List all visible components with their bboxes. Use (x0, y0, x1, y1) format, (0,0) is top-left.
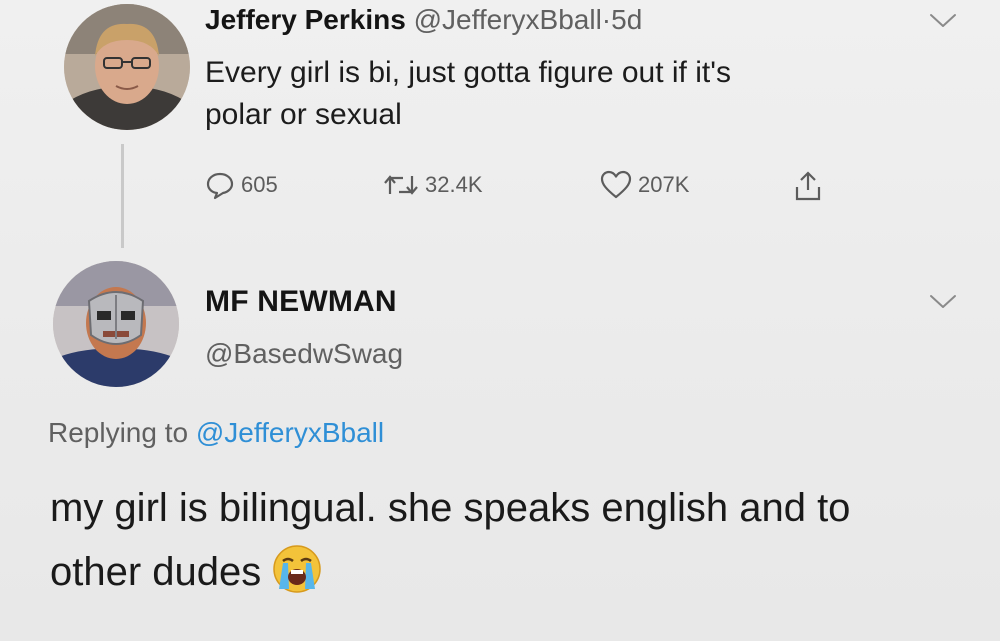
avatar-mf-newman[interactable] (53, 261, 179, 387)
tweet2-text: my girl is bilingual. she speaks english… (50, 486, 851, 594)
tweet1-separator: · (601, 4, 612, 35)
reply-count: 605 (241, 172, 278, 197)
retweet-icon (384, 175, 418, 195)
share-icon (795, 171, 821, 201)
tweet2-text-block: my girl is bilingual. she speaks english… (50, 476, 950, 604)
reply-icon (206, 172, 234, 200)
like-count: 207K (638, 172, 690, 197)
replying-to-handle-link[interactable]: @JefferyxBball (196, 417, 384, 448)
tweet2-author-handle[interactable]: @BasedwSwag (205, 338, 403, 370)
share-button[interactable] (793, 170, 829, 202)
tweet-thread: Jeffery Perkins @JefferyxBball·5d Every … (0, 0, 1000, 641)
tweet1-action-bar: 605 32.4K 207K (205, 170, 845, 204)
retweet-button[interactable]: 32.4K (383, 170, 483, 200)
tweet2-author-name[interactable]: MF NEWMAN (205, 285, 397, 319)
user-avatar-photo-icon (53, 261, 179, 387)
replying-to-line: Replying to @JefferyxBball (48, 417, 384, 449)
retweet-count: 32.4K (425, 172, 483, 197)
reply-button[interactable]: 605 (205, 170, 278, 200)
thread-connector-line (121, 144, 124, 248)
replying-prefix: Replying to (48, 417, 189, 448)
tweet1-timestamp[interactable]: 5d (611, 4, 642, 35)
like-button[interactable]: 207K (600, 170, 689, 200)
avatar-jeffery-perkins[interactable] (64, 4, 190, 130)
loudly-crying-face-emoji-icon (273, 545, 322, 594)
tweet1-author-name[interactable]: Jeffery Perkins (205, 4, 406, 35)
heart-icon (600, 170, 632, 199)
chevron-down-icon[interactable] (928, 293, 958, 311)
chevron-down-icon[interactable] (928, 12, 958, 30)
user-avatar-photo-icon (64, 4, 190, 130)
tweet1-text: Every girl is bi, just gotta figure out … (205, 56, 731, 131)
tweet1-header: Jeffery Perkins @JefferyxBball·5d (205, 3, 642, 37)
tweet1-author-handle[interactable]: @JefferyxBball (414, 4, 602, 35)
